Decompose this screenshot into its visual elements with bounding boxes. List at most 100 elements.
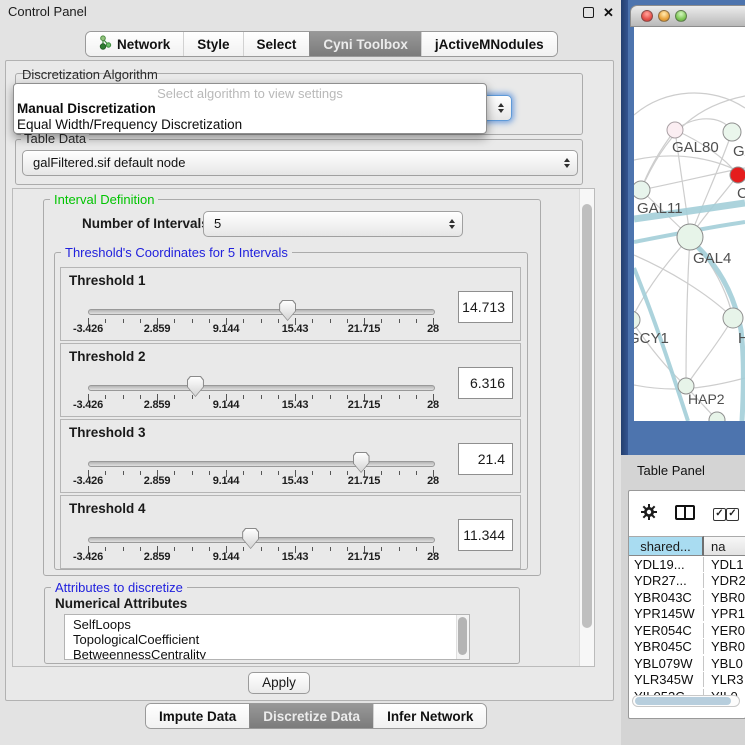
tab-cyni-toolbox[interactable]: Cyni Toolbox: [309, 32, 421, 56]
combo-arrows-icon: [449, 219, 455, 229]
threshold-value-field[interactable]: 14.713: [458, 291, 513, 323]
apply-button[interactable]: Apply: [248, 672, 310, 694]
attribute-item-betweennesscentrality[interactable]: BetweennessCentrality: [65, 647, 469, 660]
table-hscroll-thumb[interactable]: [635, 697, 731, 705]
gear-icon[interactable]: [641, 504, 657, 520]
tick-label: 21.715: [348, 399, 380, 411]
split-table-icon[interactable]: [675, 505, 695, 520]
table-row[interactable]: YBR043CYBR0: [629, 589, 745, 606]
tab-impute-data[interactable]: Impute Data: [146, 704, 249, 728]
screen: Control Panel ✕ Network StyleSelect Cyni T…: [0, 0, 745, 745]
node-red[interactable]: [730, 167, 745, 183]
float-window-icon[interactable]: [583, 7, 594, 18]
table-row[interactable]: YDR27...YDR2: [629, 573, 745, 590]
tab-infer-network[interactable]: Infer Network: [373, 704, 486, 728]
numerical-attributes-list[interactable]: SelfLoopsTopologicalCoefficientBetweenne…: [64, 614, 470, 660]
zoom-traffic-light-icon[interactable]: [675, 10, 687, 22]
algorithm-option-equal-width-frequency-discretization[interactable]: Equal Width/Frequency Discretization: [14, 117, 486, 133]
table-cell: YDR27...: [629, 573, 704, 588]
threshold-value-field[interactable]: 21.4: [458, 443, 513, 475]
tab-label: Cyni Toolbox: [323, 37, 408, 52]
threshold-value-field[interactable]: 6.316: [458, 367, 513, 399]
node-right-h[interactable]: [723, 308, 743, 328]
table-horizontal-scrollbar[interactable]: [632, 695, 740, 707]
tick-label: 28: [427, 551, 439, 563]
threshold-label: Threshold 3: [69, 425, 146, 440]
node-label: HAP2: [688, 391, 725, 407]
algorithm-hint: Select algorithm to view settings: [14, 84, 486, 101]
slider-ticks: [88, 318, 433, 326]
column-header-shared[interactable]: shared...: [629, 536, 704, 556]
tab-style[interactable]: Style: [183, 32, 242, 56]
tab-discretize-data[interactable]: Discretize Data: [249, 704, 373, 728]
node-label: H: [738, 330, 745, 347]
close-traffic-light-icon[interactable]: [641, 10, 653, 22]
threshold-label: Threshold 2: [69, 349, 146, 364]
checkbox-icon[interactable]: [713, 508, 726, 521]
settings-scrollbar-thumb[interactable]: [582, 204, 592, 628]
tab-select[interactable]: Select: [243, 32, 310, 56]
table-cell: YLR345W: [629, 672, 704, 687]
table-row[interactable]: YER054CYER0: [629, 622, 745, 639]
minimize-traffic-light-icon[interactable]: [658, 10, 670, 22]
node-gal4[interactable]: [677, 224, 703, 250]
slider-ticks: [88, 394, 433, 402]
table-row[interactable]: YDL19...YDL1: [629, 556, 745, 573]
node-gal11[interactable]: [634, 181, 650, 199]
tick-label: -3.426: [73, 475, 103, 487]
threshold-value-field[interactable]: 11.344: [458, 519, 513, 551]
table-cell: YLR3: [704, 672, 745, 687]
attributes-group-title: Attributes to discretize: [51, 580, 187, 595]
slider-ticks: [88, 470, 433, 478]
num-intervals-value: 5: [214, 216, 221, 231]
tick-label: 28: [427, 399, 439, 411]
tab-network[interactable]: Network: [86, 32, 183, 56]
tab-label: Impute Data: [159, 709, 236, 724]
network-edge: [641, 130, 675, 190]
thresholds-group: Threshold's Coordinates for 5 Intervals …: [54, 252, 528, 570]
tab-label: Network: [117, 37, 170, 52]
settings-scroll-viewport: Interval Definition Number of Intervals …: [12, 188, 595, 667]
node-pink[interactable]: [667, 122, 683, 138]
combo-arrows-icon: [564, 158, 570, 168]
tick-label: 15.43: [282, 551, 309, 563]
attribute-item-topologicalcoefficient[interactable]: TopologicalCoefficient: [65, 632, 469, 647]
numerical-attributes-label: Numerical Attributes: [55, 596, 187, 611]
network-window-titlebar[interactable]: [630, 5, 745, 27]
table-row[interactable]: YBL079WYBL0: [629, 655, 745, 672]
network-edge: [686, 237, 690, 386]
attribute-item-selfloops[interactable]: SelfLoops: [65, 617, 469, 632]
node-gcy1[interactable]: [634, 311, 640, 329]
network-edge: [634, 93, 745, 115]
algorithm-option-manual-discretization[interactable]: Manual Discretization: [14, 101, 486, 117]
slider-track[interactable]: [88, 385, 435, 391]
num-intervals-select[interactable]: 5: [203, 211, 463, 237]
combo-arrows-icon: [498, 103, 504, 113]
settings-scrollbar[interactable]: [579, 189, 594, 666]
tab-jactivemnodules[interactable]: jActiveMNodules: [421, 32, 557, 56]
interval-definition-title: Interval Definition: [50, 192, 158, 207]
network-graph-icon: [99, 35, 112, 53]
table-cell: YER0: [704, 623, 745, 638]
node-label: GAL11: [637, 200, 683, 217]
slider-track[interactable]: [88, 461, 435, 467]
window-title: Control Panel: [8, 4, 87, 19]
column-header-name[interactable]: na: [704, 536, 745, 556]
table-row[interactable]: YLR345WYLR3: [629, 672, 745, 689]
num-intervals-label: Number of Intervals: [82, 216, 209, 231]
table-cell: YDL19...: [629, 557, 704, 572]
table-cell: YBR0: [704, 590, 745, 605]
table-row[interactable]: YBR045CYBR0: [629, 639, 745, 656]
slider-track[interactable]: [88, 537, 435, 543]
checkbox-icon[interactable]: [726, 508, 739, 521]
node-top-right[interactable]: [723, 123, 741, 141]
table-row[interactable]: YPR145WYPR1: [629, 606, 745, 623]
attributes-scrollbar[interactable]: [456, 615, 469, 659]
network-view-window: GAL80GACGAL11GAL4GCY1HHAP2: [621, 0, 745, 455]
network-canvas[interactable]: GAL80GACGAL11GAL4GCY1HHAP2: [634, 27, 745, 421]
bottom-tab-bar: Impute Data Discretize DataInfer Network: [145, 703, 487, 729]
close-icon[interactable]: ✕: [603, 7, 614, 18]
table-data-select[interactable]: galFiltered.sif default node: [22, 150, 578, 176]
threshold-panel-1: Threshold 1-3.4262.8599.14415.4321.71528…: [60, 267, 521, 341]
slider-track[interactable]: [88, 309, 435, 315]
